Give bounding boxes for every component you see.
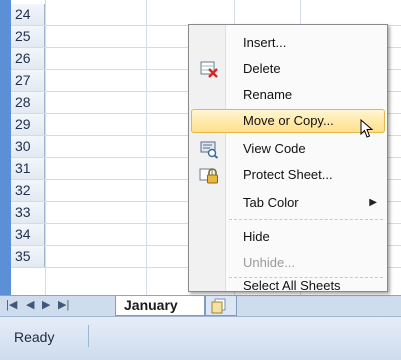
sheet-context-menu: Insert... Delete Rename Move or Copy... … [188, 24, 388, 293]
menu-item-label: Unhide... [243, 255, 296, 270]
status-text: Ready [14, 329, 55, 345]
row-header[interactable]: 27 [11, 70, 45, 91]
row-header[interactable]: 34 [11, 224, 45, 245]
last-sheet-icon[interactable]: ▶| [58, 298, 69, 311]
row-header[interactable]: 33 [11, 202, 45, 223]
menu-item-label: Select All Sheets [243, 278, 341, 293]
menu-item-label: Insert... [243, 35, 287, 50]
menu-item-tab-color[interactable]: Tab Color ▶ [191, 191, 385, 215]
menu-item-label: Delete [243, 61, 281, 76]
row-header[interactable]: 35 [11, 246, 45, 267]
row-header[interactable]: 29 [11, 114, 45, 135]
menu-item-label: Move or Copy... [243, 113, 334, 128]
row-header[interactable]: 28 [11, 92, 45, 113]
menu-item-view-code[interactable]: View Code [191, 137, 385, 161]
menu-item-select-all-sheets[interactable]: Select All Sheets [191, 278, 385, 293]
mouse-pointer-icon [360, 119, 374, 138]
insert-sheet-icon [211, 298, 226, 314]
menu-item-hide[interactable]: Hide [191, 225, 385, 249]
menu-item-move-or-copy[interactable]: Move or Copy... [191, 109, 385, 138]
row-header[interactable]: 24 [11, 4, 45, 25]
menu-item-protect-sheet[interactable]: Protect Sheet... [191, 163, 385, 187]
menu-item-label: Rename [243, 87, 293, 102]
menu-separator [229, 219, 383, 220]
row-header[interactable]: 25 [11, 26, 45, 47]
menu-item-rename[interactable]: Rename [191, 83, 385, 107]
insert-sheet-tab[interactable] [205, 296, 237, 316]
sheet-tab-january[interactable]: January [115, 296, 205, 316]
submenu-arrow-icon: ▶ [369, 197, 377, 208]
sheet-tab-bar: |◀ ◀ ▶ ▶| January [0, 295, 401, 316]
prev-sheet-icon[interactable]: ◀ [26, 298, 34, 311]
status-bar: Ready [0, 316, 401, 360]
menu-item-insert[interactable]: Insert... [191, 31, 385, 55]
sheet-left-edge [0, 0, 11, 295]
status-divider [88, 325, 89, 347]
row-header[interactable]: 26 [11, 48, 45, 69]
row-header[interactable]: 31 [11, 158, 45, 179]
menu-item-label: Tab Color [243, 195, 299, 210]
menu-item-delete[interactable]: Delete [191, 57, 385, 81]
menu-item-label: Hide [243, 229, 270, 244]
row-header[interactable]: 32 [11, 180, 45, 201]
view-code-icon [200, 141, 219, 159]
protect-sheet-lock-icon [199, 168, 218, 184]
menu-item-unhide: Unhide... [191, 251, 385, 275]
delete-sheet-icon [200, 61, 218, 78]
next-sheet-icon[interactable]: ▶ [42, 298, 50, 311]
row-header[interactable]: 30 [11, 136, 45, 157]
menu-item-label: View Code [243, 141, 306, 156]
first-sheet-icon[interactable]: |◀ [6, 298, 17, 311]
menu-item-label: Protect Sheet... [243, 167, 333, 182]
row-24[interactable]: 24 [11, 4, 401, 26]
